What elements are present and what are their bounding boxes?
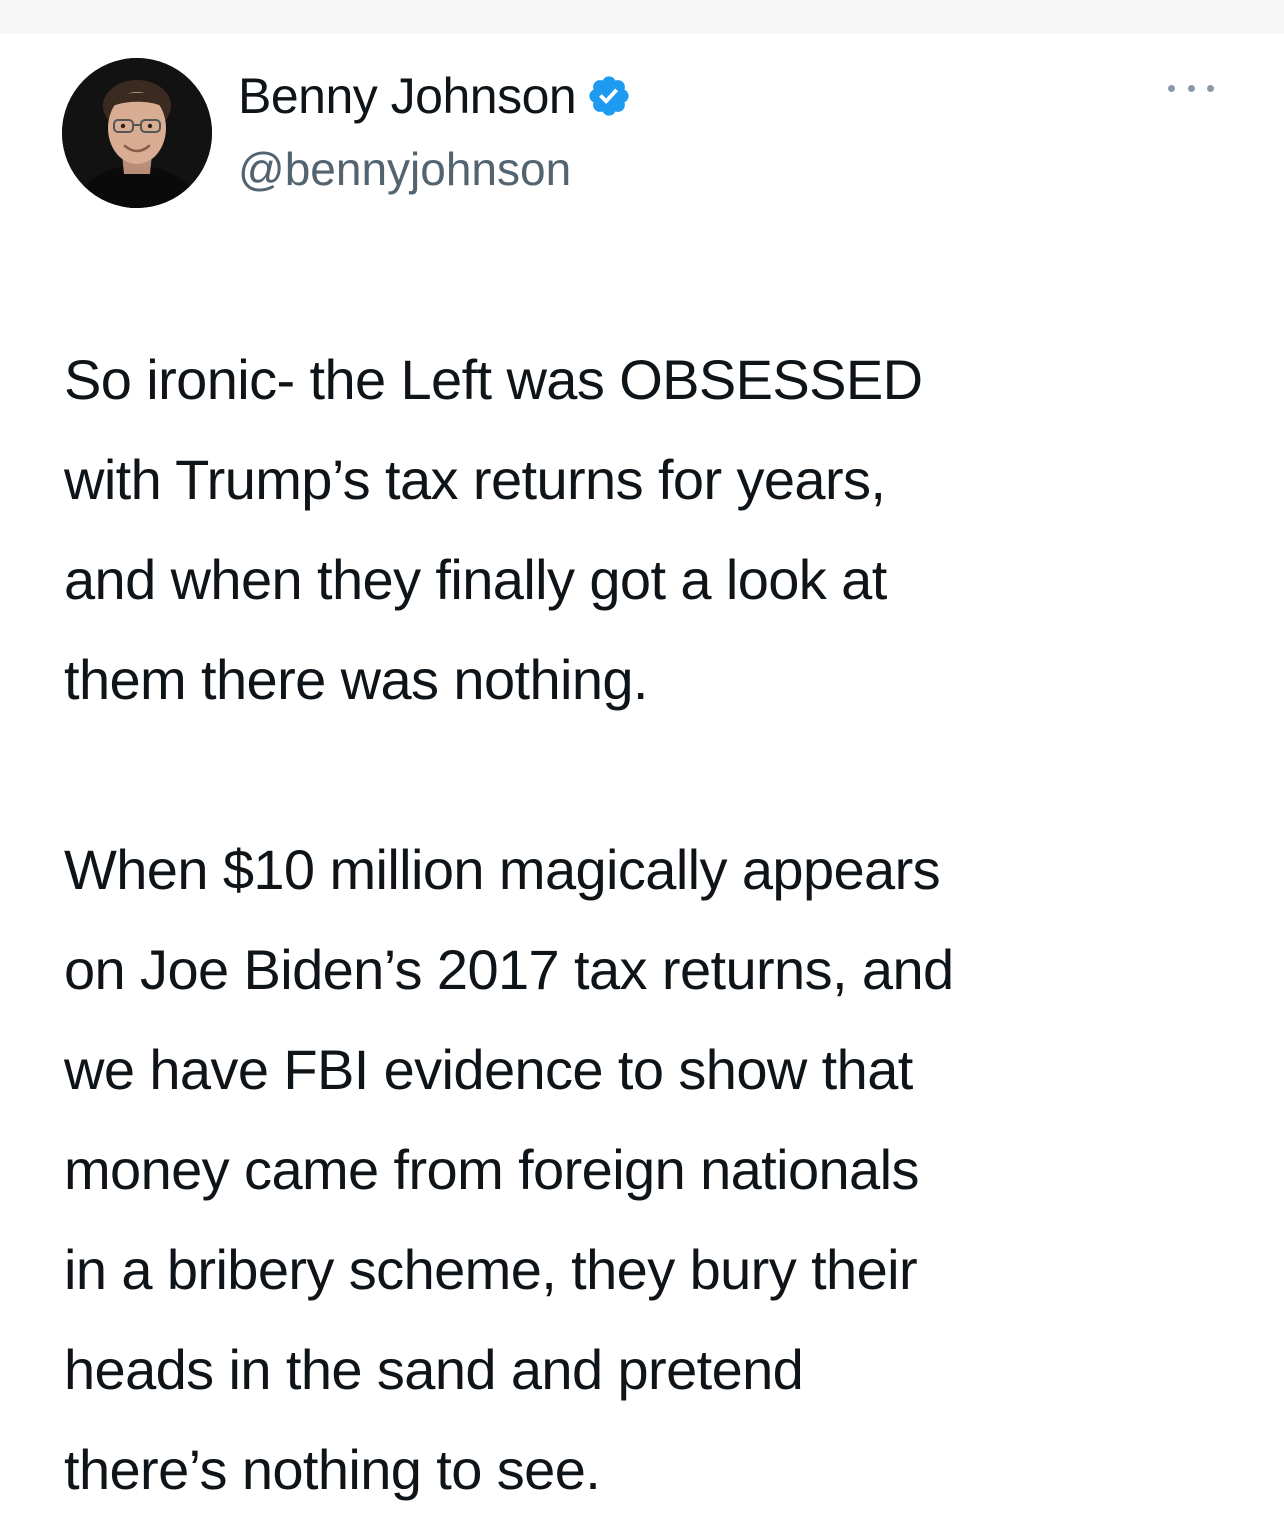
author-name-row[interactable]: Benny Johnson [238,64,632,128]
tweet-text: So ironic- the Left was OBSESSED with Tr… [64,330,1234,1520]
top-strip [0,0,1284,34]
tweet-text-line: When $10 million magically appears [64,838,941,901]
author-display-name[interactable]: Benny Johnson [238,67,577,125]
tweet-text-line: them there was nothing. [64,648,648,711]
profile-photo-icon [62,58,212,208]
tweet-text-line: in a bribery scheme, they bury their [64,1238,918,1301]
author-handle[interactable]: @bennyjohnson [238,142,571,196]
tweet-text-line: money came from foreign nationals [64,1138,919,1201]
tweet-text-line: with Trump’s tax returns for years, [64,448,886,511]
tweet-text-line: heads in the sand and pretend [64,1338,804,1401]
tweet-card[interactable]: Benny Johnson @bennyjohnson So ironic- t… [0,34,1284,1524]
verified-badge-icon [586,73,632,119]
tweet-text-line: So ironic- the Left was OBSESSED [64,348,923,411]
avatar[interactable] [62,58,212,208]
tweet-text-line: on Joe Biden’s 2017 tax returns, and [64,938,954,1001]
tweet-text-line: and when they finally got a look at [64,548,887,611]
more-options-icon[interactable] [1168,80,1214,96]
paragraph-break [64,730,1234,820]
tweet-text-line: we have FBI evidence to show that [64,1038,913,1101]
tweet-text-line: there’s nothing to see. [64,1438,601,1501]
